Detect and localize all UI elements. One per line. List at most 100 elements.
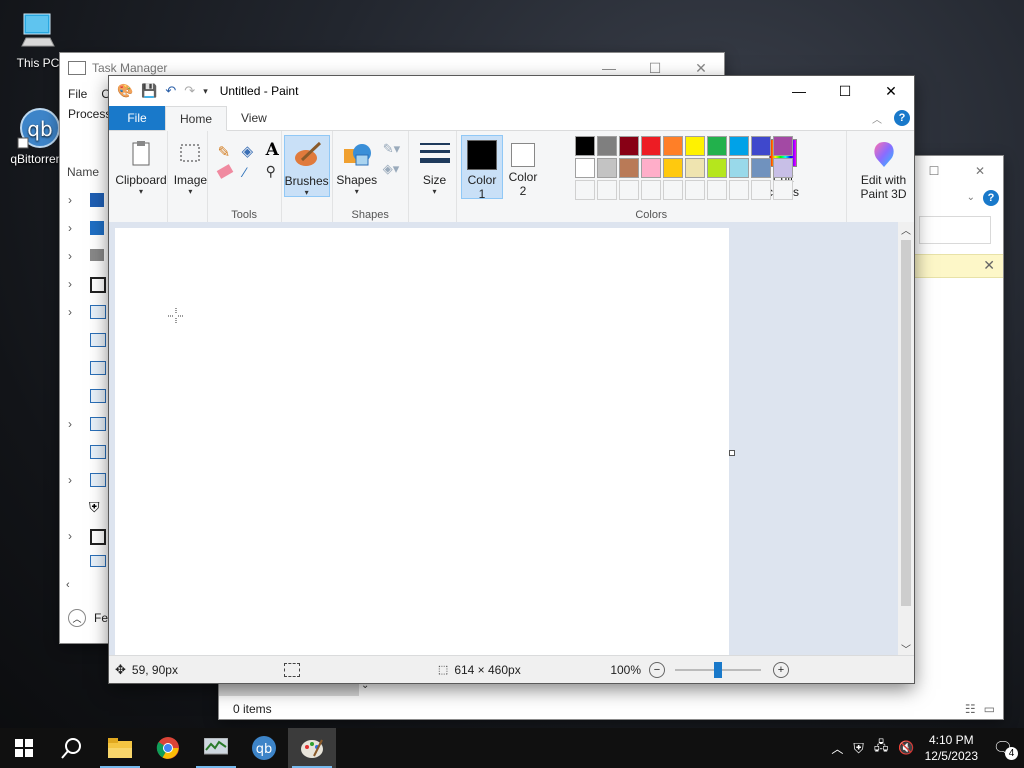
taskbar-qbittorrent[interactable]: qb [240,728,288,768]
list-item[interactable]: › [60,299,108,327]
custom-color-slot[interactable] [707,180,727,200]
brushes-button[interactable]: Brushes ▾ [283,135,330,197]
help-icon[interactable]: ? [894,110,910,126]
image-button[interactable]: Image ▾ [172,135,208,196]
color-swatch[interactable] [663,158,683,178]
chevron-right-icon[interactable]: › [68,221,72,235]
zoom-slider-thumb[interactable] [714,661,723,678]
color-swatch[interactable] [619,136,639,156]
paint-window[interactable]: 🎨 💾 ↶ ↷ ▾ Untitled - Paint — ☐ ✕ File Ho… [109,76,914,683]
desktop-icon-qbittorrent[interactable]: qb qBittorrent [8,106,68,166]
search-box[interactable] [919,216,991,244]
desktop-icon-this-pc[interactable]: This PC [8,10,68,70]
list-item[interactable] [60,355,108,383]
close-icon[interactable]: ✕ [678,60,724,77]
canvas-area[interactable] [109,222,898,656]
custom-color-slot[interactable] [751,180,771,200]
maximize-icon[interactable]: ☐ [632,60,678,77]
tab-home[interactable]: Home [165,106,228,131]
large-icons-view-icon[interactable]: ▭ [984,702,995,716]
column-name[interactable]: Name [67,165,99,179]
list-item[interactable]: › [60,271,108,299]
minimize-icon[interactable]: — [776,76,822,106]
details-view-icon[interactable]: ☷ [965,702,976,716]
color-swatch[interactable] [729,136,749,156]
zoom-out-icon[interactable]: − [649,661,666,678]
color-swatch[interactable] [641,136,661,156]
redo-icon[interactable]: ↷ [184,83,195,99]
scroll-up-icon[interactable]: ︿ [898,222,914,238]
search-button[interactable] [48,728,96,768]
color1-button[interactable]: Color 1 [460,135,503,201]
chevron-right-icon[interactable]: › [68,305,72,319]
menu-file[interactable]: File [68,87,87,101]
action-center-button[interactable]: 🗨 4 [988,738,1018,760]
chevron-right-icon[interactable]: › [68,277,72,291]
zoom-in-icon[interactable]: + [773,661,790,678]
start-button[interactable] [0,728,48,768]
color-swatch[interactable] [751,136,771,156]
color-swatch[interactable] [773,158,793,178]
clock[interactable]: 4:10 PM 12/5/2023 [925,732,978,764]
close-icon[interactable]: ✕ [868,76,914,106]
vertical-scrollbar[interactable]: ︿ ﹀ [898,222,914,656]
fill-icon[interactable]: ◈ [242,142,254,160]
nav-item-network[interactable] [219,682,359,696]
hscroll-left-icon[interactable]: ‹ [66,579,70,591]
list-item[interactable]: › [60,523,108,551]
color-picker-icon[interactable]: ⁄ [244,164,246,180]
maximize-icon[interactable]: ☐ [822,76,868,106]
minimize-icon[interactable]: — [586,60,632,77]
close-infobar-icon[interactable]: ✕ [983,257,995,274]
network-shield-icon[interactable]: ⛨ [853,740,864,757]
text-icon[interactable]: A [266,140,279,160]
show-hidden-icons-icon[interactable]: ︿ [831,740,843,757]
color-swatch[interactable] [685,158,705,178]
custom-color-slot[interactable] [641,180,661,200]
taskbar-task-manager[interactable] [192,728,240,768]
canvas-resize-handle[interactable] [729,450,735,456]
chevron-right-icon[interactable]: › [68,529,72,543]
maximize-icon[interactable]: ☐ [911,156,957,186]
list-item[interactable]: › [60,187,108,215]
paint-titlebar[interactable]: 🎨 💾 ↶ ↷ ▾ Untitled - Paint — ☐ ✕ [109,76,914,106]
custom-color-slot[interactable] [729,180,749,200]
scroll-down-icon[interactable]: ﹀ [898,641,914,656]
chevron-right-icon[interactable]: › [68,473,72,487]
fewer-details-button[interactable]: ︿ Fe [68,609,108,627]
taskbar-file-explorer[interactable] [96,728,144,768]
tab-file[interactable]: File [109,106,165,130]
list-item[interactable]: › [60,411,108,439]
clipboard-button[interactable]: Clipboard ▾ [113,135,169,196]
undo-icon[interactable]: ↶ [165,83,176,99]
network-icon[interactable]: 🖧 [874,737,889,759]
expand-ribbon-icon[interactable]: ⌄ [967,192,975,203]
volume-muted-icon[interactable]: 🔇 [898,740,914,756]
color-swatch[interactable] [597,136,617,156]
help-icon[interactable]: ? [983,190,999,206]
list-item[interactable]: › [60,215,108,243]
taskbar-paint[interactable] [288,728,336,768]
eraser-icon[interactable] [216,164,233,179]
color2-button[interactable]: Color 2 [505,135,541,198]
custom-color-slot[interactable] [685,180,705,200]
drawing-canvas[interactable] [115,228,729,656]
edit-paint3d-button[interactable]: Edit with Paint 3D [853,135,915,201]
zoom-slider[interactable] [675,661,762,678]
color-swatch[interactable] [575,136,595,156]
pencil-icon[interactable]: ✎ [218,143,231,161]
customize-toolbar-icon[interactable]: ▾ [203,86,208,97]
color-swatch[interactable] [575,158,595,178]
custom-color-slot[interactable] [619,180,639,200]
tab-view[interactable]: View [227,106,281,130]
taskbar-chrome[interactable] [144,728,192,768]
save-icon[interactable]: 💾 [141,83,157,99]
chevron-right-icon[interactable]: › [68,193,72,207]
list-item[interactable]: ⛨ [60,495,108,523]
magnifier-icon[interactable]: ⚲ [266,163,276,180]
custom-color-slot[interactable] [597,180,617,200]
color-swatch[interactable] [707,158,727,178]
shapes-button[interactable]: Shapes ▾ [335,135,379,196]
size-button[interactable]: Size ▾ [415,135,455,196]
color-swatch[interactable] [619,158,639,178]
